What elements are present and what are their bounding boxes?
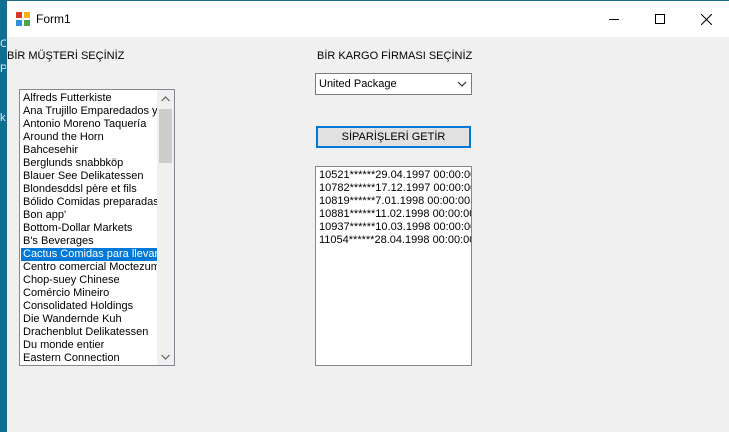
scroll-down-arrow-icon [161,354,170,360]
list-item[interactable]: Comércio Mineiro [21,287,157,300]
form-window: Form1 BİR MÜŞTERİ SEÇİNİZ BİR KARGO FİRM… [6,0,729,432]
orders-listbox[interactable]: 10521******29.04.1997 00:00:00 10782*****… [315,166,472,366]
order-item[interactable]: 11054******28.04.1998 00:00:00 [319,234,471,247]
close-icon [700,13,712,25]
order-item[interactable]: 10819******7.01.1998 00:00:00 [319,195,471,208]
list-item[interactable]: Blauer See Delikatessen [21,170,157,183]
list-item[interactable]: Antonio Moreno Taquería [21,118,157,131]
order-item[interactable]: 10937******10.03.1998 00:00:00 [319,221,471,234]
list-item[interactable]: Drachenblut Delikatessen [21,326,157,339]
close-button[interactable] [683,1,729,37]
list-item[interactable]: Consolidated Holdings [21,300,157,313]
customer-listbox[interactable]: Alfreds Futterkiste Ana Trujillo Empareda… [19,89,175,366]
form-icon [16,12,30,26]
title-bar[interactable]: Form1 [7,1,729,37]
list-item[interactable]: Bólido Comidas preparadas [21,196,157,209]
order-item[interactable]: 10782******17.12.1997 00:00:00 [319,182,471,195]
list-item[interactable]: B's Beverages [21,235,157,248]
list-item[interactable]: Du monde entier [21,339,157,352]
minimize-button[interactable] [591,1,637,37]
list-item[interactable]: Alfreds Futterkiste [21,92,157,105]
list-item[interactable]: Chop-suey Chinese [21,274,157,287]
order-item[interactable]: 10881******11.02.1998 00:00:00 [319,208,471,221]
list-item[interactable]: Centro comercial Moctezuma [21,261,157,274]
shipper-label: BİR KARGO FİRMASI SEÇİNİZ [317,50,473,62]
scroll-up-button[interactable] [157,90,174,107]
minimize-icon [609,19,619,20]
window-title: Form1 [36,12,71,26]
order-item[interactable]: 10521******29.04.1997 00:00:00 [319,169,471,182]
list-item[interactable]: Die Wandernde Kuh [21,313,157,326]
scroll-down-button[interactable] [157,348,174,365]
scroll-up-arrow-icon [161,95,170,101]
shipper-combobox[interactable]: United Package [315,73,472,95]
list-item[interactable]: Bottom-Dollar Markets [21,222,157,235]
list-item[interactable]: Bon app' [21,209,157,222]
list-item[interactable]: Ana Trujillo Emparedados y helados [21,105,157,118]
customer-list-items: Alfreds Futterkiste Ana Trujillo Empareda… [21,92,157,365]
scrollbar-thumb[interactable] [159,109,172,163]
get-orders-button[interactable]: SİPARİŞLERİ GETİR [316,126,471,148]
maximize-icon [655,14,665,24]
maximize-button[interactable] [637,1,683,37]
shipper-combobox-value: United Package [319,78,397,90]
customer-label: BİR MÜŞTERİ SEÇİNİZ [7,50,125,62]
list-item[interactable]: Berglunds snabbköp [21,157,157,170]
list-item[interactable]: Eastern Connection [21,352,157,365]
list-item[interactable]: Blondesddsl père et fils [21,183,157,196]
list-item-selected[interactable]: Cactus Comidas para llevar [21,248,157,261]
customer-list-scrollbar[interactable] [157,90,174,365]
list-item[interactable]: Around the Horn [21,131,157,144]
background-glyph: k [0,112,6,124]
list-item[interactable]: Bahcesehir [21,144,157,157]
chevron-down-icon[interactable] [457,79,467,89]
orders-list-items: 10521******29.04.1997 00:00:00 10782*****… [319,169,471,247]
